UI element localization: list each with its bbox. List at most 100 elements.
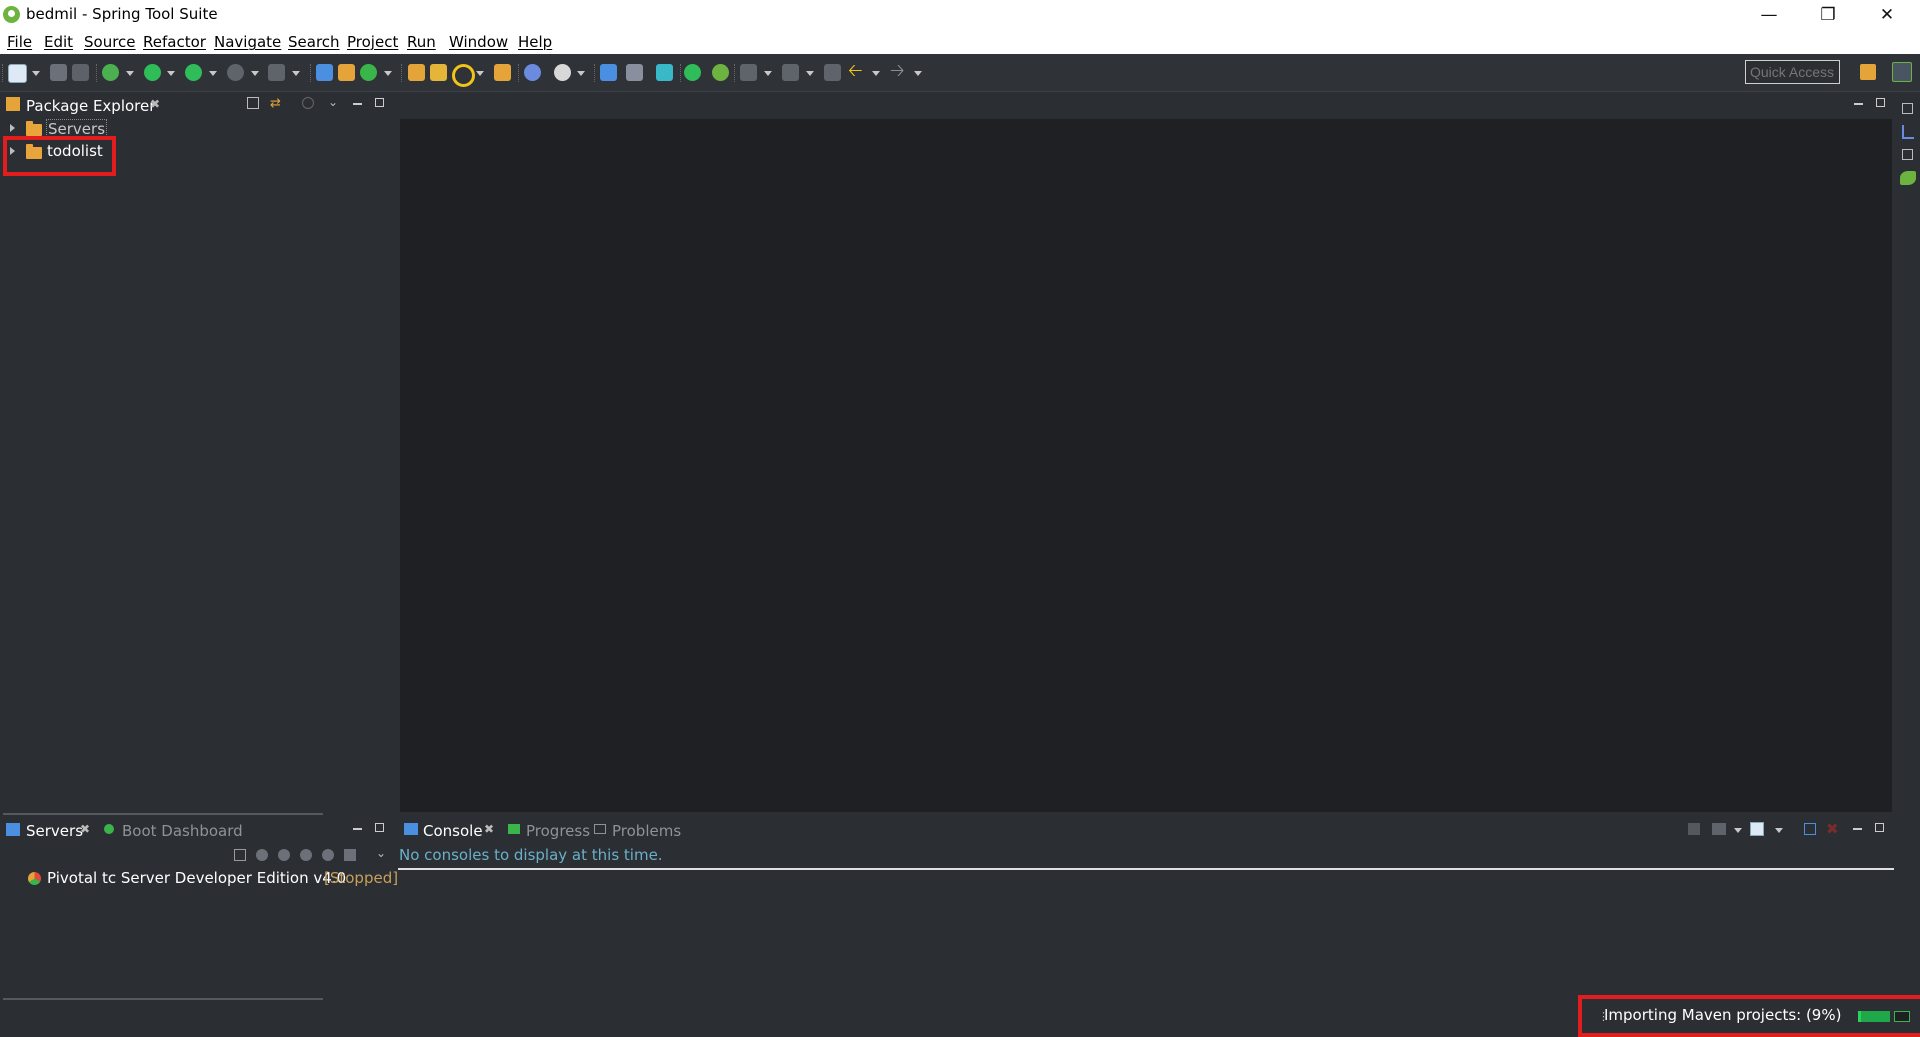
deploy-icon[interactable]: [268, 64, 285, 81]
forward-arrow-icon[interactable]: 🡢: [890, 62, 907, 80]
editor-area[interactable]: [400, 119, 1892, 812]
minimize-button[interactable]: —: [1741, 0, 1797, 30]
new-class-dropdown-icon[interactable]: [384, 71, 392, 76]
close-tab-icon[interactable]: ✖: [150, 97, 160, 111]
restore-view-icon[interactable]: [1902, 103, 1913, 114]
menu-source[interactable]: Source: [84, 33, 136, 51]
stop-server-icon[interactable]: [322, 849, 334, 861]
spring-boot-icon[interactable]: [684, 64, 701, 81]
tab-console[interactable]: Console: [423, 822, 483, 840]
terminate-console-icon[interactable]: ✖: [1826, 820, 1839, 838]
tab-boot-dashboard[interactable]: Boot Dashboard: [122, 822, 243, 840]
menu-file[interactable]: File: [7, 33, 32, 51]
console-output[interactable]: [398, 873, 1894, 1001]
new-package-icon[interactable]: [338, 64, 355, 81]
run-dropdown-icon[interactable]: [167, 71, 175, 76]
search-dropdown-icon[interactable]: [476, 71, 484, 76]
close-tab-icon[interactable]: ✖: [484, 822, 494, 836]
horizontal-scrollbar[interactable]: [3, 998, 323, 1000]
run-icon[interactable]: [144, 64, 161, 81]
new-class-icon[interactable]: [360, 64, 377, 81]
focus-icon[interactable]: [302, 97, 314, 109]
menu-edit[interactable]: Edit: [44, 33, 73, 51]
last-edit-location-icon[interactable]: [824, 64, 841, 81]
pin-console-icon[interactable]: [1688, 823, 1700, 835]
menu-window[interactable]: Window: [449, 33, 508, 51]
debug-dropdown-icon[interactable]: [126, 71, 134, 76]
display-console-dropdown-icon[interactable]: [1734, 828, 1742, 833]
horizontal-scrollbar[interactable]: [3, 813, 323, 815]
minimize-editor-icon[interactable]: [1854, 103, 1863, 105]
spring-perspective-icon[interactable]: [1892, 62, 1912, 82]
search-icon[interactable]: [452, 64, 475, 87]
stop-icon[interactable]: [227, 64, 244, 81]
profile-server-icon[interactable]: [300, 849, 312, 861]
view-menu-chevron-down-icon[interactable]: ⌄: [376, 846, 386, 860]
open-task-icon[interactable]: [430, 64, 447, 81]
run-external-tools-icon[interactable]: [185, 64, 202, 81]
save-all-icon[interactable]: [72, 64, 89, 81]
collapse-all-icon[interactable]: [247, 97, 259, 109]
forward-dropdown-icon[interactable]: [914, 71, 922, 76]
close-tab-icon[interactable]: ✖: [80, 822, 90, 836]
debug-icon[interactable]: [102, 64, 119, 81]
back-arrow-icon[interactable]: 🡠: [848, 62, 865, 80]
debug-server-icon[interactable]: [256, 849, 268, 861]
maximize-view-icon[interactable]: [375, 98, 384, 107]
back-dropdown-icon[interactable]: [872, 71, 880, 76]
toggle-breadcrumb-icon[interactable]: [656, 64, 673, 81]
minimize-view-icon[interactable]: [353, 103, 362, 105]
previous-annotation-icon[interactable]: [782, 64, 799, 81]
save-icon[interactable]: [50, 64, 67, 81]
menu-navigate[interactable]: Navigate: [214, 33, 281, 51]
open-type-icon[interactable]: [408, 64, 425, 81]
menu-search[interactable]: Search: [288, 33, 340, 51]
open-console-dropdown-icon[interactable]: [1775, 828, 1783, 833]
menu-refactor[interactable]: Refactor: [143, 33, 206, 51]
open-console-icon[interactable]: [1750, 822, 1764, 836]
restore-button[interactable]: ❐: [1800, 0, 1856, 30]
quick-access-field[interactable]: [1745, 60, 1840, 84]
copy-console-icon[interactable]: [1804, 823, 1816, 835]
user-dropdown-icon[interactable]: [577, 71, 585, 76]
external-tools-dropdown-icon[interactable]: [209, 71, 217, 76]
menu-project[interactable]: Project: [347, 33, 398, 51]
toggle-mark-occurrences-icon[interactable]: [626, 64, 643, 81]
outline-view-icon[interactable]: [1902, 125, 1914, 139]
open-resource-icon[interactable]: [494, 64, 511, 81]
user-icon[interactable]: [554, 64, 571, 81]
display-console-icon[interactable]: [1712, 823, 1726, 835]
menu-run[interactable]: Run: [407, 33, 436, 51]
tab-servers[interactable]: Servers: [26, 822, 83, 840]
tab-package-explorer[interactable]: Package Explorer: [26, 97, 155, 115]
start-server-icon[interactable]: [278, 849, 290, 861]
open-perspective-icon[interactable]: [1860, 64, 1876, 80]
menu-help[interactable]: Help: [518, 33, 552, 51]
open-web-browser-icon[interactable]: [524, 64, 541, 81]
close-button[interactable]: ✕: [1859, 0, 1915, 30]
next-annotation-icon[interactable]: [740, 64, 757, 81]
collapse-all-icon[interactable]: [234, 849, 246, 861]
new-java-project-icon[interactable]: [316, 64, 333, 81]
minimize-view-icon[interactable]: [1853, 828, 1862, 830]
new-dropdown-icon[interactable]: [32, 71, 40, 76]
maximize-view-icon[interactable]: [375, 823, 384, 832]
publish-icon[interactable]: [344, 849, 356, 861]
spring-dashboard-icon[interactable]: [712, 64, 729, 81]
monitor-icon[interactable]: [600, 64, 617, 81]
next-annotation-dropdown-icon[interactable]: [764, 71, 772, 76]
previous-annotation-dropdown-icon[interactable]: [806, 71, 814, 76]
minimize-view-icon[interactable]: [353, 828, 362, 830]
tab-progress[interactable]: Progress: [526, 822, 590, 840]
restore-view-icon-2[interactable]: [1902, 149, 1913, 160]
tab-problems[interactable]: Problems: [612, 822, 681, 840]
new-icon[interactable]: [8, 64, 27, 83]
maximize-editor-icon[interactable]: [1876, 98, 1885, 107]
maximize-view-icon[interactable]: [1875, 823, 1884, 832]
server-row[interactable]: Pivotal tc Server Developer Edition v4.0…: [0, 867, 398, 889]
link-with-editor-icon[interactable]: ⇄: [270, 96, 281, 111]
expand-arrow-icon[interactable]: [10, 124, 15, 132]
view-menu-chevron-down-icon[interactable]: ⌄: [328, 95, 338, 109]
spring-view-icon[interactable]: [1900, 171, 1916, 185]
stop-dropdown-icon[interactable]: [251, 71, 259, 76]
